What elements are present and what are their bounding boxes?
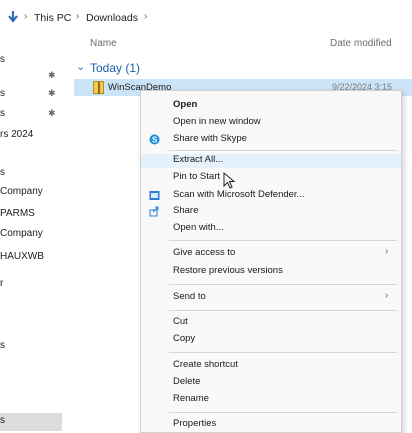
chevron-right-icon: › [385,290,389,301]
menu-item-copy[interactable]: Copy [141,333,401,347]
menu-item-restore-previous-versions[interactable]: Restore previous versions [141,265,401,279]
context-menu: Open Open in new window S Share with Sky… [140,90,402,433]
zip-folder-icon [93,81,104,94]
sidebar-item[interactable]: s [0,88,5,99]
menu-item-create-shortcut[interactable]: Create shortcut [141,359,401,373]
menu-item-extract-all[interactable]: Extract All... [141,154,401,168]
pin-icon: ✱ [48,70,56,80]
sidebar-selection [0,413,62,431]
menu-item-properties[interactable]: Properties [141,418,401,432]
sidebar-item[interactable]: PARMS [0,208,35,219]
sidebar-item[interactable]: s [0,415,5,426]
address-bar: › This PC › Downloads › [0,0,412,34]
menu-item-open-with[interactable]: Open with... [141,222,401,236]
share-icon [149,206,159,217]
breadcrumb-chevron-icon: › [24,11,28,22]
defender-icon [149,191,160,200]
menu-separator [169,352,397,353]
pin-icon: ✱ [48,108,56,118]
menu-item-share[interactable]: Share [141,205,401,219]
menu-separator [169,284,397,285]
menu-separator [169,310,397,311]
svg-text:S: S [152,136,158,145]
breadcrumb-this-pc[interactable]: This PC [34,12,71,24]
column-header-date-modified[interactable]: Date modified [330,38,392,49]
menu-item-delete[interactable]: Delete [141,376,401,390]
sidebar-item[interactable]: r [0,278,3,289]
menu-item-open-in-new-window[interactable]: Open in new window [141,116,401,130]
sidebar-item[interactable]: s [0,54,5,65]
arrow-down-icon [8,11,18,23]
menu-item-rename[interactable]: Rename [141,393,401,407]
menu-item-share-with-skype[interactable]: S Share with Skype [141,133,401,147]
menu-separator [169,412,397,413]
menu-item-open[interactable]: Open [141,99,401,113]
sidebar-item[interactable]: Company [0,228,43,239]
chevron-right-icon: › [385,246,389,257]
column-header-name[interactable]: Name [90,38,117,49]
breadcrumb-downloads[interactable]: Downloads [86,12,138,24]
skype-icon: S [149,134,160,145]
navigation-pane: s ✱ s ✱ s ✱ rs 2024 s Company PARMS Comp… [0,54,76,433]
menu-item-give-access-to[interactable]: Give access to › [141,246,401,261]
sidebar-item[interactable]: s [0,108,5,119]
sidebar-item[interactable]: HAUXWB [0,251,44,262]
menu-item-scan-with-defender[interactable]: Scan with Microsoft Defender... [141,189,401,203]
mouse-cursor-icon [223,172,236,189]
chevron-down-icon[interactable]: ⌄ [76,60,85,73]
sidebar-item[interactable]: Company [0,186,43,197]
menu-separator [169,240,397,241]
menu-item-cut[interactable]: Cut [141,316,401,330]
sidebar-item[interactable]: rs 2024 [0,129,33,140]
group-header-today[interactable]: Today (1) [90,61,140,75]
sidebar-item[interactable]: s [0,340,5,351]
sidebar-item[interactable]: s [0,167,5,178]
breadcrumb-chevron-icon: › [76,11,80,22]
pin-icon: ✱ [48,88,56,98]
menu-item-send-to[interactable]: Send to › [141,290,401,305]
menu-item-pin-to-start[interactable]: Pin to Start [141,171,401,185]
menu-separator [169,150,397,151]
breadcrumb-chevron-icon: › [144,11,148,22]
